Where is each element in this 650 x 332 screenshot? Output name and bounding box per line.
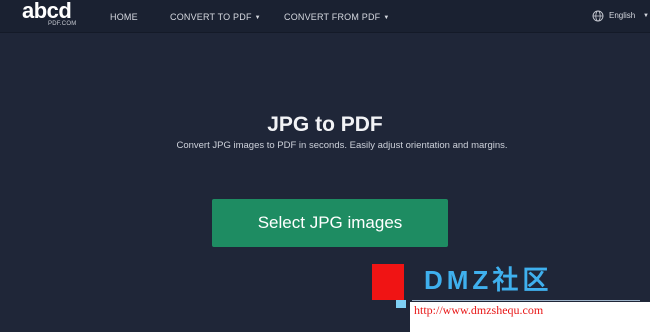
nav-convert-from-label: CONVERT FROM PDF <box>284 12 381 22</box>
language-label: English <box>609 11 636 20</box>
watermark-red-square <box>372 264 404 300</box>
chevron-down-icon: ▼ <box>643 13 649 19</box>
nav-home-link[interactable]: HOME <box>110 10 138 24</box>
watermark: DMZ社区 http://www.dmzshequ.com <box>372 262 650 332</box>
nav-convert-to-label: CONVERT TO PDF <box>170 12 252 22</box>
logo-subtext: PDF.COM <box>48 21 77 27</box>
watermark-text: DMZ社区 <box>424 265 553 295</box>
globe-icon <box>592 10 604 22</box>
logo-wordmark: abcd <box>22 0 72 23</box>
top-navigation-bar: abcd PDF.COM HOME CONVERT TO PDF ▼ CONVER… <box>0 0 650 33</box>
watermark-url: http://www.dmzshequ.com <box>414 303 544 317</box>
select-jpg-images-button[interactable]: Select JPG images <box>212 199 448 247</box>
nav-convert-from-pdf-menu[interactable]: CONVERT FROM PDF ▼ <box>284 10 390 24</box>
watermark-divider <box>412 300 640 301</box>
watermark-blue-square <box>396 300 406 308</box>
nav-home-label: HOME <box>110 12 138 22</box>
page-subtitle: Convert JPG images to PDF in seconds. Ea… <box>176 140 508 151</box>
nav-convert-to-pdf-menu[interactable]: CONVERT TO PDF ▼ <box>170 10 261 24</box>
page-title: JPG to PDF <box>267 113 383 136</box>
chevron-down-icon: ▼ <box>383 15 390 21</box>
chevron-down-icon: ▼ <box>254 15 261 21</box>
site-logo[interactable]: abcd PDF.COM <box>22 0 86 31</box>
